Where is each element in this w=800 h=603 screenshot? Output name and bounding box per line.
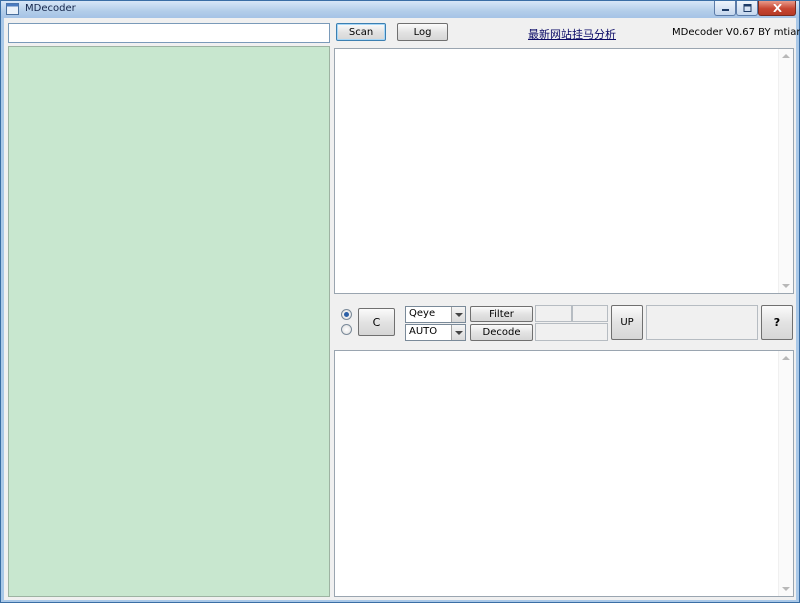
scroll-up-icon[interactable] [782,54,790,58]
log-button[interactable]: Log [397,23,448,41]
help-button[interactable]: ? [761,305,793,340]
output-textarea[interactable] [334,350,794,597]
client-area: Scan Log 最新网站挂马分析 MDecoder V0.67 BY mtia… [4,18,800,600]
output-scrollbar[interactable] [778,351,793,596]
scroll-down-icon[interactable] [782,587,790,591]
scroll-down-icon[interactable] [782,284,790,288]
url-input[interactable] [8,23,330,43]
title-bar[interactable]: MDecoder [1,1,799,18]
results-tree-panel[interactable] [8,46,330,597]
mode-radio-2[interactable] [341,324,352,335]
up-button[interactable]: UP [611,305,643,340]
status-field-1 [535,305,572,322]
maximize-icon [743,4,751,12]
close-button[interactable] [758,1,796,16]
chevron-down-icon[interactable] [451,325,465,340]
method-select-value: Qeye [409,308,436,319]
charset-select[interactable]: AUTO [405,324,466,341]
chevron-down-icon[interactable] [451,307,465,322]
scan-button[interactable]: Scan [336,23,386,41]
method-select[interactable]: Qeye [405,306,466,323]
maximize-button[interactable] [736,1,758,16]
app-window: MDecoder Scan Log 最新网站挂马分析 MDecoder V0.6… [0,0,800,603]
minimize-icon [721,9,729,11]
scroll-up-icon[interactable] [782,356,790,360]
app-icon [6,3,19,15]
close-icon [772,4,782,12]
charset-select-value: AUTO [409,326,438,337]
minimize-button[interactable] [714,1,736,16]
decode-button[interactable]: Decode [470,324,533,341]
source-textarea[interactable] [334,48,794,294]
source-scrollbar[interactable] [778,49,793,293]
status-field-3 [535,323,608,341]
version-label: MDecoder V0.67 BY mtian [672,27,800,38]
latest-analysis-link[interactable]: 最新网站挂马分析 [528,26,616,42]
info-field [646,305,758,340]
status-field-2 [572,305,608,322]
filter-button[interactable]: Filter [470,306,533,322]
c-button[interactable]: C [358,308,395,336]
window-title: MDecoder [25,3,76,14]
mode-radio-1[interactable] [341,309,352,320]
